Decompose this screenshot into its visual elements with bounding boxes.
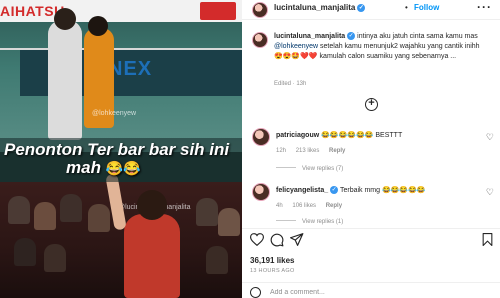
cheering-spectator <box>105 173 180 298</box>
post-detail-panel: lucintaluna_manjalita ✓ • Follow ··· luci… <box>242 0 500 298</box>
author-avatar[interactable] <box>252 2 268 18</box>
emoji-icon[interactable] <box>250 287 261 298</box>
laughing-emoji: 😂😂 <box>105 160 141 176</box>
player-white <box>48 8 82 140</box>
comment-like-heart-icon[interactable]: ♡ <box>486 132 494 143</box>
view-replies-button[interactable]: View replies (7) <box>276 166 343 172</box>
post-media[interactable]: AIHATSU NEX @lohkeenyew @lucintaluna_man… <box>0 0 242 298</box>
commenter-avatar[interactable] <box>252 183 270 201</box>
comment-time: 12h <box>276 148 287 154</box>
court-net <box>0 48 242 50</box>
post-header: lucintaluna_manjalita ✓ • Follow ··· <box>242 0 500 20</box>
reply-button[interactable]: Reply <box>326 203 342 209</box>
sponsor-banner: AIHATSU <box>0 0 242 22</box>
caption-avatar[interactable] <box>252 32 268 48</box>
caption-mention-link[interactable]: @lohkeenyew <box>274 43 318 50</box>
comment-meta: 12h 213 likes Reply <box>276 148 353 154</box>
post-caption: lucintaluna_manjalita ✓ intinya aku jatuh… <box>274 32 480 60</box>
verified-badge-icon: ✓ <box>357 4 366 12</box>
add-comment-bar <box>242 282 500 298</box>
verified-badge-icon: ✓ <box>330 186 339 194</box>
comment-likes[interactable]: 106 likes <box>292 203 316 209</box>
comment-like-heart-icon[interactable]: ♡ <box>486 187 494 198</box>
video-caption-line2: mah 😂😂 <box>66 158 141 177</box>
comment-text: patriciagouw 😂😂😂😂😂😂 BESTTT <box>276 132 403 139</box>
share-icon[interactable] <box>290 233 304 246</box>
badminton-scene: AIHATSU NEX @lohkeenyew <box>0 0 242 152</box>
caption-emojis: 😍😍🤩❤️❤️ <box>274 53 318 60</box>
verified-badge-icon: ✓ <box>347 32 356 40</box>
post-timestamp: 13 HOURS AGO <box>250 268 295 274</box>
comment-time: 4h <box>276 203 283 209</box>
comment-input[interactable] <box>270 286 450 298</box>
follow-button[interactable]: Follow <box>414 3 439 12</box>
comment-likes[interactable]: 213 likes <box>296 148 320 154</box>
likes-count[interactable]: 36,191 likes <box>250 256 294 265</box>
reply-button[interactable]: Reply <box>329 148 345 154</box>
view-replies-button[interactable]: View replies (1) <box>276 219 343 225</box>
caption-username[interactable]: lucintaluna_manjalita <box>274 33 345 40</box>
watermark-top: @lohkeenyew <box>92 110 137 117</box>
commenter-avatar[interactable] <box>252 128 270 146</box>
video-caption-line1: Penonton Ter bar bar sih ini <box>4 140 230 159</box>
action-bar <box>242 228 500 250</box>
more-options-icon[interactable]: ··· <box>477 0 492 14</box>
load-more-comments-icon[interactable]: + <box>365 98 378 111</box>
heart-icon[interactable] <box>250 233 264 246</box>
comment-meta: 4h 106 likes Reply <box>276 203 350 209</box>
board-text: NEX <box>108 58 153 80</box>
separator-dot: • <box>405 3 408 12</box>
caption-edited-time: Edited · 13h <box>274 81 307 87</box>
bookmark-icon[interactable] <box>482 233 493 246</box>
comment-text: felicyangelista_ ✓ Terbaik mmg 😂😂😂😂😂 <box>276 186 426 194</box>
commenter-username[interactable]: patriciagouw <box>276 132 319 139</box>
commenter-username[interactable]: felicyangelista_ <box>276 187 328 194</box>
comment-icon[interactable] <box>270 233 284 247</box>
sponsor-logo <box>200 2 236 20</box>
author-username[interactable]: lucintaluna_manjalita ✓ <box>274 3 366 12</box>
